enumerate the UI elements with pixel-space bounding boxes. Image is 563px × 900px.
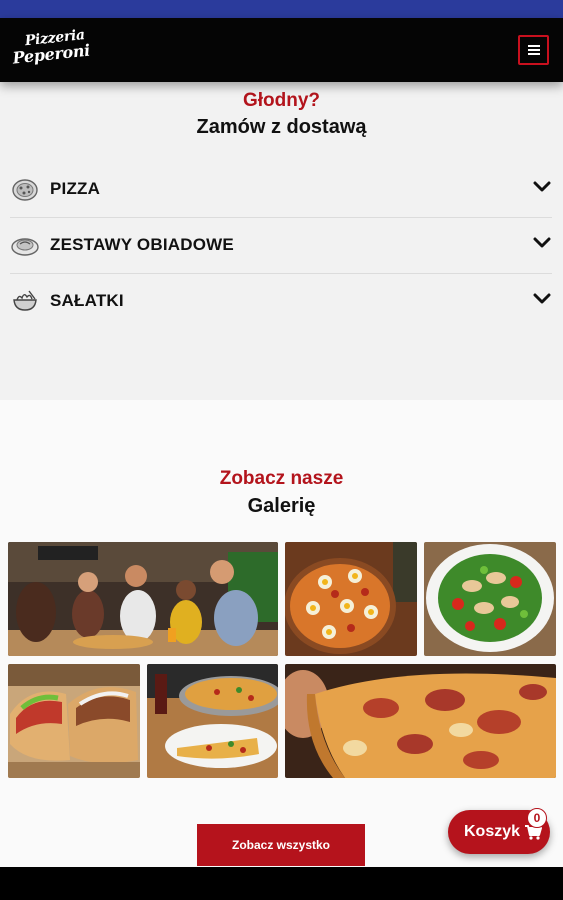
pizza-with-eggs-photo[interactable] [285,542,417,656]
pizza-slice-on-plate-photo[interactable] [147,664,278,778]
order-section: Głodny? Zamów z dostawą PIZZA ZESTAWY OB… [0,82,563,400]
status-bar [0,0,563,18]
chevron-down-icon [533,237,551,248]
plate-icon [11,238,39,256]
see-all-button[interactable]: Zobacz wszystko [197,824,365,866]
menu-button[interactable] [518,35,549,65]
category-salatki[interactable]: SAŁATKI [10,274,552,330]
gallery-kicker: Zobacz nasze [219,468,344,489]
cart-label: Koszyk [464,823,521,840]
category-zestawy-obiadowe[interactable]: ZESTAWY OBIADOWE [10,218,552,274]
app-header: Pizzeria Peperoni [0,18,563,82]
hamburger-menu-icon [527,45,540,55]
cart-button[interactable]: Koszyk 0 [448,808,550,854]
chevron-down-icon [533,293,551,304]
chevron-down-icon [533,181,551,192]
friends-eating-pizza-photo[interactable] [8,542,278,656]
pita-gyros-photo[interactable] [8,664,140,778]
pizzeria-logo[interactable]: Pizzeria Peperoni [10,27,91,72]
pizza-closeup-photo[interactable] [285,664,556,778]
cart-count-badge: 0 [527,808,547,828]
pizza-icon [12,179,38,201]
gallery-title: Galerię [247,495,316,517]
category-pizza[interactable]: PIZZA [10,162,552,218]
order-kicker: Głodny? [242,90,321,111]
category-label: PIZZA [50,179,101,198]
category-label: ZESTAWY OBIADOWE [50,235,234,254]
category-label: SAŁATKI [50,291,124,310]
order-title: Zamów z dostawą [196,116,367,138]
salad-bowl-icon [13,290,37,311]
system-navigation-bar [0,867,563,900]
chicken-salad-photo[interactable] [424,542,556,656]
logo-line-2: Peperoni [11,40,91,68]
